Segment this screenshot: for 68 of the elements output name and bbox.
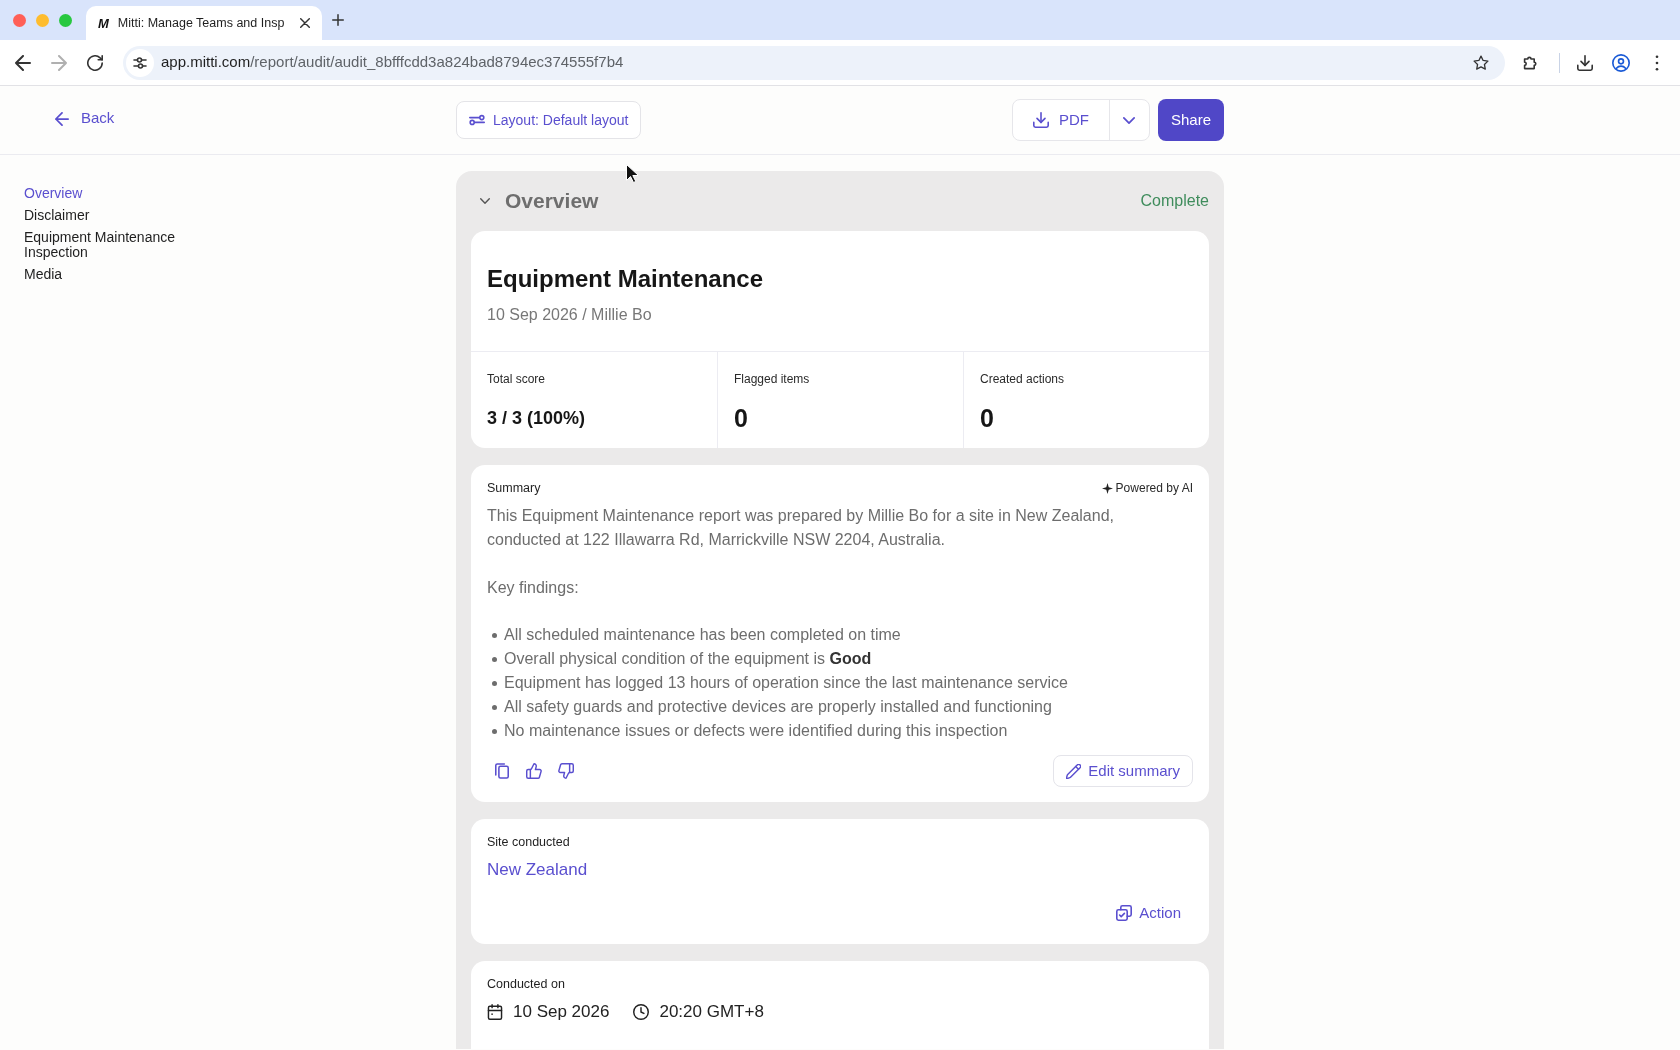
sidebar-item[interactable]: Disclaimer: [24, 208, 90, 223]
bullet-icon: [492, 680, 497, 686]
more-menu-icon[interactable]: [1655, 54, 1659, 71]
star-icon[interactable]: [1473, 54, 1489, 71]
finding-text: Equipment has logged 13 hours of operation since the last maintenance service: [504, 673, 1068, 693]
action-button[interactable]: Action: [1104, 899, 1193, 927]
date-text: 10 Sep 2026: [513, 1001, 610, 1024]
field-label: Conducted on: [487, 976, 565, 992]
time-text: 20:20 GMT+8: [659, 1001, 764, 1024]
bullet-icon: [492, 632, 497, 638]
back-arrow-icon: [55, 111, 69, 126]
site-link[interactable]: New Zealand: [487, 858, 588, 882]
download-icon: [1032, 112, 1049, 128]
site-logo: M: [98, 16, 109, 30]
status-text: Complete: [1140, 191, 1209, 211]
finding-text: All safety guards and protective devices are properly installed and functioning: [504, 697, 1052, 717]
chevron-down-icon: [1123, 116, 1136, 124]
ai-badge-text: Powered by AI: [1115, 480, 1193, 497]
stat-value: 3 / 3 (100%): [487, 407, 586, 430]
mouse-pointer-icon: [626, 164, 638, 183]
back-link[interactable]: Back: [54, 107, 116, 130]
summary-text: This Equipment Maintenance report was prepared by Millie Bo for a site in New Zealand, conducted at 122 Illawarra Rd, Marrickville NSW 2204, Australia.: [487, 506, 1115, 550]
copy-icon[interactable]: [495, 763, 509, 779]
profile-icon[interactable]: [1612, 53, 1630, 72]
pencil-icon: [1066, 763, 1082, 779]
report-subtitle: 10 Sep 2026 / Millie Bo: [487, 305, 652, 325]
sidebar-item[interactable]: Media: [24, 267, 63, 282]
field-label: Site conducted: [487, 834, 570, 850]
thumbs-down-icon[interactable]: [558, 763, 574, 779]
checked-squares-icon: [1116, 905, 1133, 921]
chevron-icon[interactable]: [480, 198, 490, 204]
browser-tab[interactable]: M Mitti: Manage Teams and Insp: [86, 6, 322, 40]
sliders-icon: [469, 113, 485, 127]
reload-icon[interactable]: [87, 54, 103, 71]
section-title: Overview: [505, 188, 599, 215]
calendar-icon: [487, 1004, 503, 1020]
bullet-icon: [492, 728, 497, 734]
download-icon[interactable]: [1577, 54, 1593, 71]
puzzle-icon[interactable]: [1523, 54, 1539, 71]
stat-label: Created actions: [980, 371, 1065, 387]
finding-text: All scheduled maintenance has been completed on time: [504, 625, 901, 645]
share-button[interactable]: Share: [1157, 99, 1224, 141]
bullet-icon: [492, 656, 497, 662]
sidebar-item[interactable]: Overview: [24, 186, 83, 201]
stat-label: Flagged items: [734, 371, 810, 387]
url-text: app.mitti.com/report/audit/audit_8bfffcdd3a824bad8794ec374555f7b4: [161, 52, 624, 73]
stat-label: Total score: [487, 371, 546, 387]
tab-title: Mitti: Manage Teams and Insp: [117, 14, 285, 32]
finding-text: Overall physical condition of the equipment is Good: [504, 649, 872, 669]
site-settings-icon[interactable]: [126, 48, 154, 77]
clock-icon: [633, 1004, 650, 1020]
back-arrow-icon[interactable]: [15, 54, 31, 71]
stat-value: 0: [734, 403, 748, 433]
thumbs-up-icon[interactable]: [526, 763, 542, 779]
card-label: Summary: [487, 479, 541, 497]
stat-value: 0: [980, 403, 994, 433]
close-icon[interactable]: [300, 18, 310, 28]
sidebar-item[interactable]: Equipment Maintenance Inspection: [24, 230, 194, 260]
bullet-icon: [492, 704, 497, 710]
sparkle-icon: [1101, 482, 1113, 494]
findings-heading: Key findings:: [487, 578, 579, 598]
plus-icon[interactable]: [332, 14, 344, 26]
address-bar[interactable]: app.mitti.com/report/audit/audit_8bfffcdd3a824bad8794ec374555f7b4: [123, 45, 1505, 80]
layout-button[interactable]: Layout: Default layout: [456, 101, 642, 139]
pdf-button[interactable]: PDF: [1012, 100, 1109, 140]
report-title: Equipment Maintenance: [487, 264, 764, 294]
finding-text: No maintenance issues or defects were identified during this inspection: [504, 721, 1008, 741]
edit-summary-button[interactable]: Edit summary: [1053, 755, 1193, 787]
